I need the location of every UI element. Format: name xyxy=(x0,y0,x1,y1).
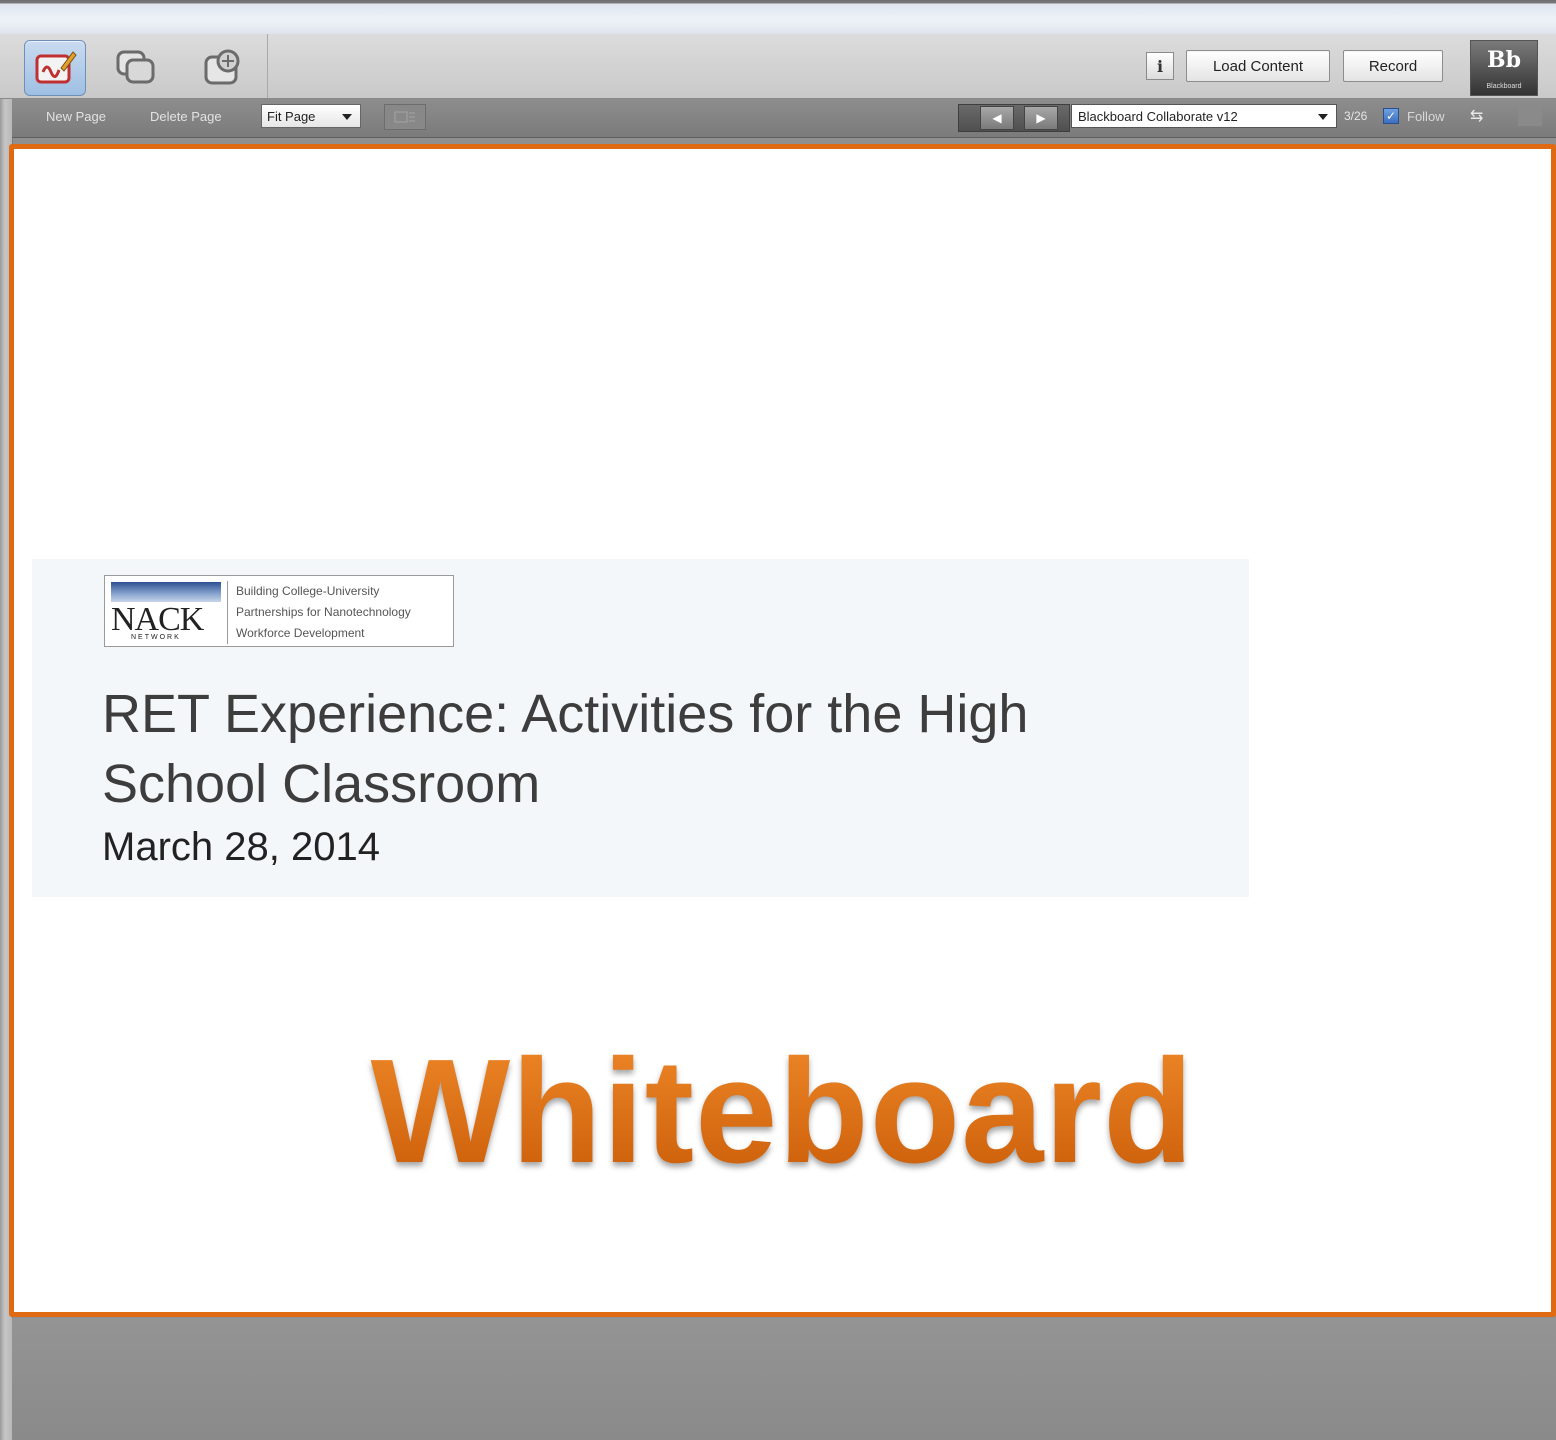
disabled-tool-icon xyxy=(384,104,426,130)
web-tour-button[interactable] xyxy=(192,40,252,94)
next-slide-button[interactable]: ▶ xyxy=(1024,106,1058,130)
checkmark-icon: ✓ xyxy=(1385,109,1397,123)
follow-checkbox[interactable]: ✓ xyxy=(1383,108,1399,124)
page-options-icon xyxy=(394,111,415,123)
whiteboard-pen-icon xyxy=(35,51,77,84)
info-button[interactable]: i xyxy=(1146,52,1174,80)
logo-tagline: Building College-University Partnerships… xyxy=(227,581,460,644)
application-sharing-button[interactable] xyxy=(106,40,166,94)
delete-page-button[interactable]: Delete Page xyxy=(150,109,222,124)
web-tour-icon xyxy=(204,49,240,85)
nack-network-logo: NACK NETWORK Building College-University… xyxy=(104,575,454,647)
tagline-line-3: Workforce Development xyxy=(236,626,365,640)
swap-arrows-icon[interactable]: ⇆ xyxy=(1470,106,1483,126)
window-title-bar xyxy=(0,0,1556,35)
previous-slide-button[interactable]: ◀ xyxy=(980,106,1014,130)
follow-label: Follow xyxy=(1407,109,1445,124)
whiteboard-canvas[interactable]: NACK NETWORK Building College-University… xyxy=(9,144,1556,1317)
toolbar-divider xyxy=(267,34,268,98)
tagline-line-2: Partnerships for Nanotechnology xyxy=(236,605,411,619)
app-share-icon xyxy=(116,50,155,84)
slide-file-value: Blackboard Collaborate v12 xyxy=(1078,109,1238,124)
triangle-right-icon: ▶ xyxy=(1036,111,1046,125)
blackboard-logo: Bb Blackboard xyxy=(1470,40,1538,96)
page-count: 3/26 xyxy=(1344,109,1368,123)
slide-file-select[interactable]: Blackboard Collaborate v12 xyxy=(1071,104,1337,128)
logo-wordmark: NACK xyxy=(111,601,204,638)
triangle-left-icon: ◀ xyxy=(992,111,1002,125)
presentation-slide: NACK NETWORK Building College-University… xyxy=(32,559,1249,897)
chevron-down-icon xyxy=(342,114,352,120)
whiteboard-overlay-label: Whiteboard xyxy=(14,1027,1551,1197)
disabled-options-icon xyxy=(1518,106,1542,126)
tagline-line-1: Building College-University xyxy=(236,584,380,598)
new-page-button[interactable]: New Page xyxy=(46,109,106,124)
whiteboard-mode-button[interactable] xyxy=(24,40,86,96)
chevron-down-icon xyxy=(1318,114,1328,120)
logo-caption: Blackboard xyxy=(1486,83,1522,90)
fit-page-select[interactable]: Fit Page xyxy=(261,104,361,128)
slide-date: March 28, 2014 xyxy=(102,825,380,869)
slide-title: RET Experience: Activities for the High … xyxy=(102,684,1029,814)
logo-network-text: NETWORK xyxy=(131,634,181,641)
fit-page-value: Fit Page xyxy=(267,109,316,124)
load-content-button[interactable]: Load Content xyxy=(1186,50,1330,82)
logo-letters: Bb xyxy=(1487,47,1521,73)
logo-mountain-band xyxy=(111,582,221,602)
bottom-panel xyxy=(12,1318,1556,1440)
record-button[interactable]: Record xyxy=(1343,50,1443,82)
